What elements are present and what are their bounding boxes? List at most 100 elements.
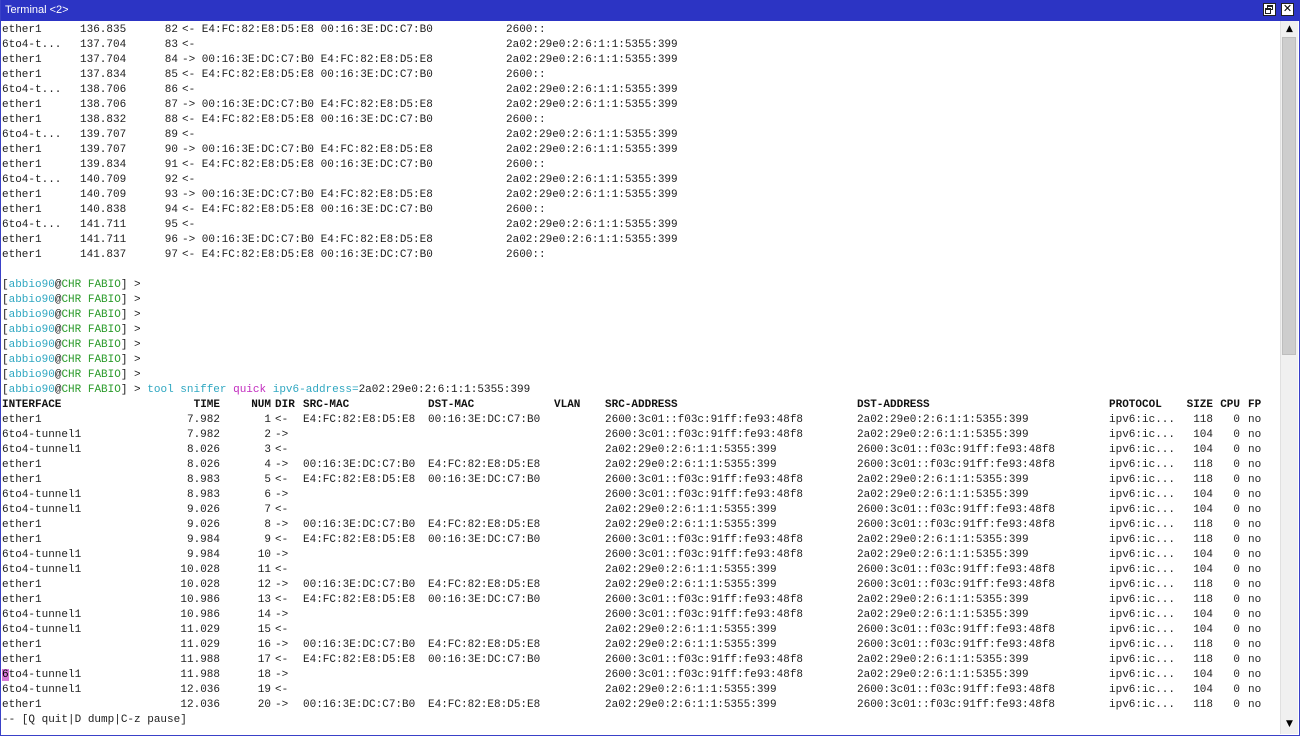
close-icon[interactable]: ✕ [1281, 2, 1294, 16]
src-mac-cell: E4:FC:82:E8:D5:E8 [303, 654, 416, 666]
interface-cell: ether1 [2, 414, 42, 426]
dst-mac-cell: E4:FC:82:E8:D5:E8 [428, 459, 541, 471]
time-cell: 9.984 [186, 534, 220, 546]
dst-address-cell: 2a02:29e0:2:6:1:1:5355:399 [857, 654, 1029, 666]
protocol-cell: ipv6:ic... [1109, 429, 1176, 441]
protocol-cell: ipv6:ic... [1109, 519, 1176, 531]
direction-mac-cell: <- E4:FC:82:E8:D5:E8 00:16:3E:DC:C7:B0 [182, 24, 433, 36]
dst-address-cell: 2a02:29e0:2:6:1:1:5355:399 [857, 549, 1029, 561]
protocol-cell: ipv6:ic... [1109, 684, 1176, 696]
cpu-cell: 0 [1233, 444, 1240, 456]
arrow-down-icon[interactable]: ▼ [1281, 717, 1298, 731]
window-title: Terminal <2> [5, 4, 69, 16]
cpu-cell: 0 [1233, 519, 1240, 531]
prompt-close: ] > [120, 324, 141, 336]
interface-cell: ether1 [2, 639, 42, 651]
src-address-cell: 2a02:29e0:2:6:1:1:5355:399 [605, 624, 777, 636]
cpu-cell: 0 [1233, 549, 1240, 561]
time-cell: 10.028 [180, 564, 220, 576]
scrollbar-thumb[interactable] [1282, 37, 1296, 355]
num-cell: 83 [164, 39, 178, 51]
dir-cell: <- [275, 564, 289, 576]
time-cell: 8.026 [186, 459, 220, 471]
command-line: [abbio90@CHR FABIO] > tool sniffer quick… [2, 383, 530, 398]
interface-cell: 6to4-tunnel1 [2, 549, 82, 561]
arrow-up-icon[interactable]: ▲ [1281, 22, 1298, 36]
address-cell: 2a02:29e0:2:6:1:1:5355:399 [506, 144, 678, 156]
src-address-cell: 2600:3c01::f03c:91ff:fe93:48f8 [605, 549, 804, 561]
text-cursor: 6 [2, 669, 9, 681]
dir-cell: <- [275, 504, 289, 516]
size-cell: 104 [1193, 444, 1213, 456]
num-cell: 97 [164, 249, 178, 261]
num-cell: 2 [264, 429, 271, 441]
time-cell: 139.707 [80, 129, 127, 141]
protocol-cell: ipv6:ic... [1109, 504, 1176, 516]
dir-cell: <- [275, 444, 289, 456]
interface-cell: ether1 [2, 474, 42, 486]
address-cell: 2600:: [506, 249, 546, 261]
fp-cell: no [1248, 639, 1262, 651]
src-address-cell: 2a02:29e0:2:6:1:1:5355:399 [605, 639, 777, 651]
dir-cell: <- [275, 684, 289, 696]
title-bar[interactable]: Terminal <2> ✕ [1, 0, 1300, 21]
prompt-open-bracket: [ [2, 294, 9, 306]
interface-cell: ether1 [2, 99, 42, 111]
interface-cell: 6to4-t... [2, 39, 62, 51]
time-cell: 12.036 [180, 684, 220, 696]
num-cell: 13 [257, 594, 271, 606]
vertical-scrollbar[interactable]: ▲ ▼ [1280, 21, 1298, 734]
num-cell: 20 [257, 699, 271, 711]
cpu-cell: 0 [1233, 489, 1240, 501]
dir-cell: -> [275, 609, 289, 621]
time-cell: 137.704 [80, 54, 127, 66]
interface-cell: ether1 [2, 534, 42, 546]
size-cell: 118 [1193, 579, 1213, 591]
restore-icon[interactable] [1263, 3, 1276, 16]
interface-cell: 6to4-tunnel1 [2, 429, 82, 441]
protocol-cell: ipv6:ic... [1109, 474, 1176, 486]
direction-mac-cell: <- [182, 129, 196, 141]
terminal-output[interactable]: ether1 136.835 82 <- E4:FC:82:E8:D5:E8 00:1… [2, 21, 1279, 734]
header-cpu: CPU [1220, 399, 1240, 411]
header-fp: FP [1248, 399, 1262, 411]
interface-cell: 6to4-tunnel1 [2, 684, 82, 696]
direction-mac-cell: <- E4:FC:82:E8:D5:E8 00:16:3E:DC:C7:B0 [182, 159, 433, 171]
num-cell: 11 [257, 564, 271, 576]
src-address-cell: 2a02:29e0:2:6:1:1:5355:399 [605, 564, 777, 576]
num-cell: 5 [264, 474, 271, 486]
dst-address-cell: 2600:3c01::f03c:91ff:fe93:48f8 [857, 504, 1056, 516]
src-mac-cell: 00:16:3E:DC:C7:B0 [303, 579, 416, 591]
time-cell: 11.029 [180, 639, 220, 651]
size-cell: 118 [1193, 654, 1213, 666]
time-cell: 11.988 [180, 669, 220, 681]
terminal-window: Terminal <2> ✕ ether1 136.835 82 <- E4:FC:8… [0, 0, 1300, 736]
status-text: -- [Q quit|D dump|C-z pause] [2, 714, 187, 726]
src-address-cell: 2a02:29e0:2:6:1:1:5355:399 [605, 444, 777, 456]
header-dir: DIR [275, 399, 295, 411]
time-cell: 11.988 [180, 654, 220, 666]
num-cell: 10 [257, 549, 271, 561]
direction-mac-cell: <- E4:FC:82:E8:D5:E8 00:16:3E:DC:C7:B0 [182, 204, 433, 216]
interface-cell: ether1 [2, 699, 42, 711]
num-cell: 96 [164, 234, 178, 246]
address-cell: 2a02:29e0:2:6:1:1:5355:399 [506, 99, 678, 111]
dst-address-cell: 2a02:29e0:2:6:1:1:5355:399 [857, 669, 1029, 681]
time-cell: 141.711 [80, 219, 127, 231]
prompt-host: CHR FABIO [61, 279, 121, 291]
fp-cell: no [1248, 534, 1262, 546]
time-cell: 140.709 [80, 174, 127, 186]
dst-mac-cell: E4:FC:82:E8:D5:E8 [428, 579, 541, 591]
size-cell: 118 [1193, 639, 1213, 651]
time-cell: 139.707 [80, 144, 127, 156]
src-address-cell: 2a02:29e0:2:6:1:1:5355:399 [605, 699, 777, 711]
direction-mac-cell: <- [182, 174, 196, 186]
fp-cell: no [1248, 474, 1262, 486]
command-tool: tool sniffer [147, 384, 227, 396]
src-address-cell: 2a02:29e0:2:6:1:1:5355:399 [605, 519, 777, 531]
interface-cell: 6to4-tunnel1 [2, 489, 82, 501]
prompt-user: abbio90 [8, 369, 55, 381]
interface-cell: ether1 [2, 114, 42, 126]
src-address-cell: 2600:3c01::f03c:91ff:fe93:48f8 [605, 594, 804, 606]
num-cell: 95 [164, 219, 178, 231]
